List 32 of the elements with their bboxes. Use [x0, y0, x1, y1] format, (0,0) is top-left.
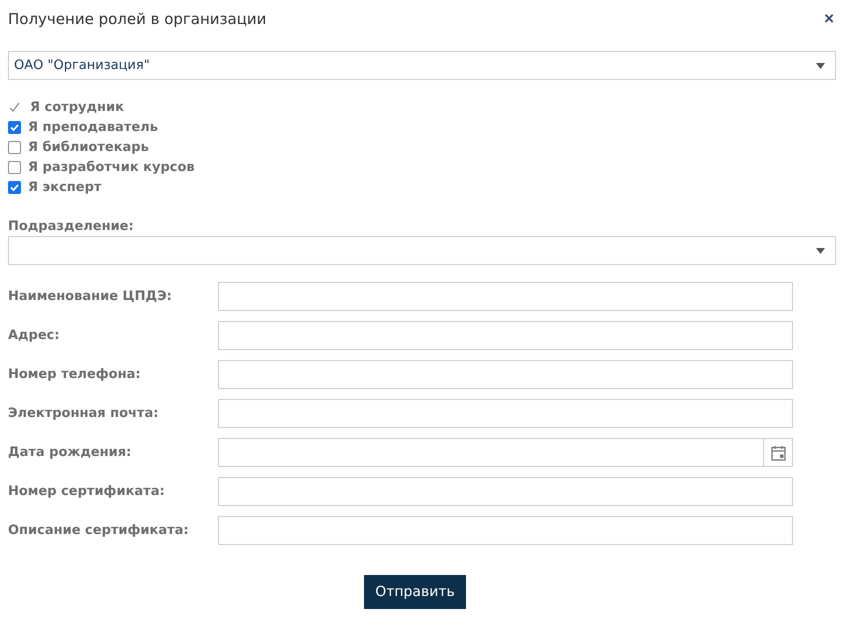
field-label: Адрес: — [8, 328, 61, 343]
input-field[interactable] — [218, 282, 793, 311]
field-label: Подразделение: — [8, 219, 135, 234]
field-label: Номер телефона: — [8, 367, 142, 382]
field-label: Наименование ЦПДЭ: — [8, 289, 173, 304]
checkbox-label: Я преподаватель — [28, 120, 158, 134]
checkbox[interactable] — [8, 160, 21, 174]
input-field[interactable] — [218, 477, 793, 506]
checkbox[interactable] — [8, 180, 21, 194]
input-field[interactable] — [218, 321, 793, 350]
date-field[interactable] — [218, 438, 793, 467]
checkbox-label: Я библиотекарь — [28, 140, 149, 154]
checkbox-label: Я эксперт — [28, 180, 102, 194]
checkbox-label: Я разработчик курсов — [28, 160, 195, 174]
field-label: Электронная почта: — [8, 406, 160, 421]
checkbox[interactable] — [8, 120, 21, 134]
field-label: Номер сертификата: — [8, 484, 166, 499]
checkbox-label: Я сотрудник — [30, 100, 124, 114]
input-field[interactable] — [218, 360, 793, 389]
caret-icon — [816, 62, 825, 68]
dialog-title: Получение ролей в организации — [8, 10, 266, 28]
field-label: Дата рождения: — [8, 445, 132, 460]
calendar-icon — [770, 444, 786, 460]
dropdown-field[interactable]: ОАО "Организация" — [8, 51, 836, 80]
field-label: Описание сертификата: — [8, 523, 190, 538]
close-button[interactable]: × — [822, 10, 836, 28]
dropdown-field[interactable] — [8, 236, 836, 265]
checkbox[interactable] — [8, 140, 21, 154]
caret-icon — [816, 248, 825, 254]
submit-button[interactable]: Отправить — [364, 575, 466, 609]
input-field[interactable] — [218, 399, 793, 428]
input-field[interactable] — [218, 516, 793, 545]
